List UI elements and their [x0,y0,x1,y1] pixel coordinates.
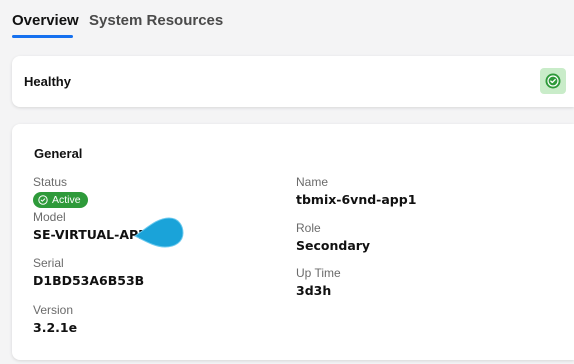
serial-value: D1BD53A6B53B [33,273,145,288]
status-label: Status [33,175,68,189]
check-circle-icon [545,73,561,89]
version-value: 3.2.1e [33,320,78,335]
tab-overview[interactable]: Overview [12,12,79,29]
model-value: SE-VIRTUAL-APP [33,227,148,242]
health-status-label: Healthy [24,74,71,89]
cursor-pointer-icon [134,217,184,248]
role-value: Secondary [296,238,371,253]
tab-system-resources[interactable]: System Resources [89,12,223,29]
uptime-value: 3d3h [296,283,332,298]
version-label: Version [33,303,74,317]
name-value: tbmix-6vnd-app1 [296,192,417,207]
tab-bar: Overview System Resources [0,0,574,40]
general-card: General Status Active Model SE-VIRTUAL-A… [12,124,574,360]
role-label: Role [296,221,321,235]
status-badge-text: Active [52,194,81,206]
name-label: Name [296,175,329,189]
serial-label: Serial [33,256,64,270]
health-card: Healthy [12,56,574,107]
section-title-general: General [34,146,83,161]
model-label: Model [33,210,66,224]
status-badge: Active [33,192,88,208]
check-circle-icon [38,195,48,205]
health-indicator [540,68,566,94]
uptime-label: Up Time [296,266,341,280]
active-tab-indicator [12,35,73,38]
device-detail-page: Overview System Resources Healthy Genera… [0,0,574,364]
